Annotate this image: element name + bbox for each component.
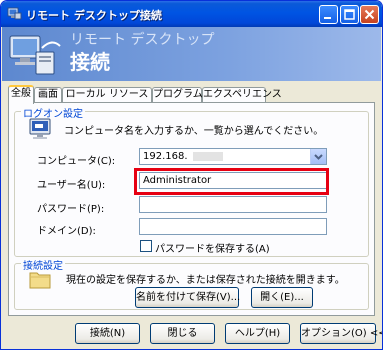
computer-value: 192.168. [143,151,188,162]
maximize-button[interactable] [340,5,359,24]
save-as-button[interactable]: 名前を付けて保存(V)... [135,287,240,308]
help-button[interactable]: ヘルプ(H) [225,323,290,344]
banner-title: 接続 [70,50,110,74]
tab-programs[interactable]: プログラム [152,87,203,103]
options-button[interactable]: オプション(O) << [300,323,382,344]
title-bar[interactable]: リモート デスクトップ接続 [1,1,382,27]
remote-desktop-icon [7,7,22,20]
open-button[interactable]: 開く(E)... [251,287,313,308]
chevron-down-icon [314,154,323,160]
minimize-icon [324,17,331,19]
logon-description: コンピュータ名を入力するか、一覧から選んでください。 [64,126,324,137]
username-label: ユーザー名(U): [37,180,106,191]
header-banner: リモート デスクトップ 接続 [2,27,381,81]
tab-experience[interactable]: エクスペリエンス [202,87,282,103]
username-highlight-box [134,168,329,195]
tab-local-resources[interactable]: ローカル リソース [62,87,152,103]
computer-label: コンピュータ(C): [37,156,116,167]
tab-display[interactable]: 画面 [34,87,62,103]
window-title: リモート デスクトップ接続 [26,9,162,22]
connection-description: 現在の設定を保存するか、または保存された接続を開きます。 [66,275,345,286]
close-icon [364,9,375,20]
password-field[interactable] [139,196,327,213]
close-window-button[interactable] [360,5,379,24]
computer-combobox[interactable]: 192.168. [139,148,327,165]
folder-icon [29,272,51,289]
computer-icon [29,118,51,139]
save-password-checkbox[interactable] [140,240,152,252]
domain-field[interactable] [139,218,327,235]
connect-button[interactable]: 接続(N) [75,323,140,344]
redacted-block [192,151,223,161]
computer-dropdown-button[interactable] [310,149,326,164]
remote-desktop-window: リモート デスクトップ接続 リモート デスクトップ 接続 全般 画面 ローカル … [0,0,383,350]
maximize-icon [344,9,355,20]
general-tab-panel: ログオン設定 コンピュータ名を入力するか、一覧から選んでください。 コンピュータ… [8,102,375,316]
close-button[interactable]: 閉じる [150,323,215,344]
password-label: パスワード(P): [37,204,105,215]
computer-connection-icon [9,35,61,75]
minimize-button[interactable] [319,5,338,24]
domain-label: ドメイン(D): [37,226,96,237]
tab-general[interactable]: 全般 [8,85,34,104]
save-password-label[interactable]: パスワードを保存する(A) [155,240,270,255]
